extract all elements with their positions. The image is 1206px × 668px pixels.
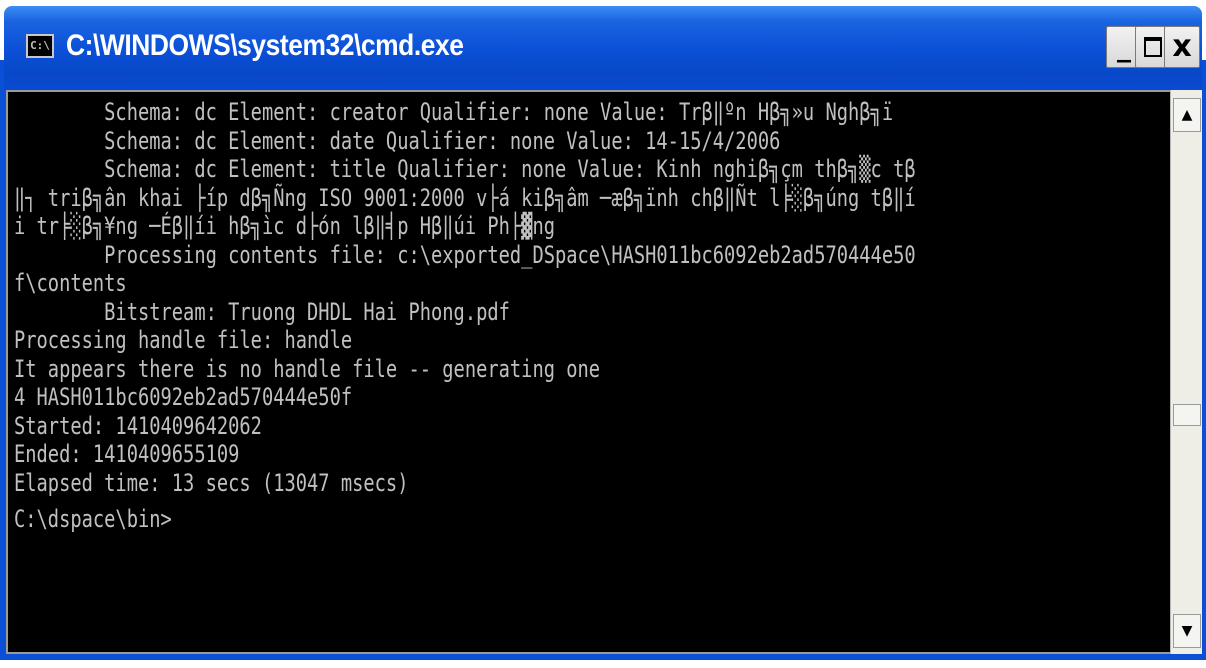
console-line: It appears there is no handle file -- ge… (14, 354, 601, 383)
cmd-console-icon[interactable]: C:\ (26, 34, 54, 58)
console-line: i tr╞░β╗¥ng ─Éβ‖íi hβ╗ìc d├ón lβ‖╡p Hβ‖ú… (14, 212, 555, 240)
console-output-area[interactable]: Schema: dc Element: creator Qualifier: n… (6, 90, 1170, 654)
console-line: Schema: dc Element: creator Qualifier: n… (14, 98, 894, 126)
close-button[interactable]: x (1164, 26, 1200, 68)
console-lines: Schema: dc Element: creator Qualifier: n… (14, 98, 1164, 534)
command-prompt[interactable]: C:\dspace\bin> (14, 505, 911, 534)
console-line: f\contents (14, 269, 127, 297)
console-line: Processing contents file: c:\exported_DS… (14, 240, 916, 269)
console-line: Schema: dc Element: date Qualifier: none… (14, 126, 781, 155)
console-line: Elapsed time: 13 secs (13047 msecs) (14, 468, 409, 497)
console-line: Ended: 1410409655109 (14, 440, 240, 468)
window-title: C:\WINDOWS\system32\cmd.exe (66, 29, 464, 62)
title-bar[interactable]: C:\ C:\WINDOWS\system32\cmd.exe _ x (4, 6, 1202, 90)
console-line: ‖┐ triβ╗ân khai ├íp dβ╗Ñng ISO 9001:2000… (14, 183, 916, 212)
window-frame-bottom (4, 654, 1202, 660)
console-line: Processing handle file: handle (14, 326, 353, 354)
console-line: 4 HASH011bc6092eb2ad570444e50f (14, 383, 353, 411)
vertical-scrollbar[interactable]: ▲ ▼ (1170, 90, 1202, 654)
cmd-window: C:\ C:\WINDOWS\system32\cmd.exe _ x Sche… (0, 0, 1206, 668)
console-line: Started: 1410409642062 (14, 411, 262, 440)
scroll-thumb[interactable] (1173, 404, 1201, 426)
maximize-icon (1144, 37, 1162, 57)
scroll-up-button[interactable]: ▲ (1173, 98, 1201, 132)
scroll-down-button[interactable]: ▼ (1173, 614, 1201, 648)
console-line: Schema: dc Element: title Qualifier: non… (14, 155, 916, 183)
console-line: Bitstream: Truong DHDL Hai Phong.pdf (14, 297, 510, 326)
